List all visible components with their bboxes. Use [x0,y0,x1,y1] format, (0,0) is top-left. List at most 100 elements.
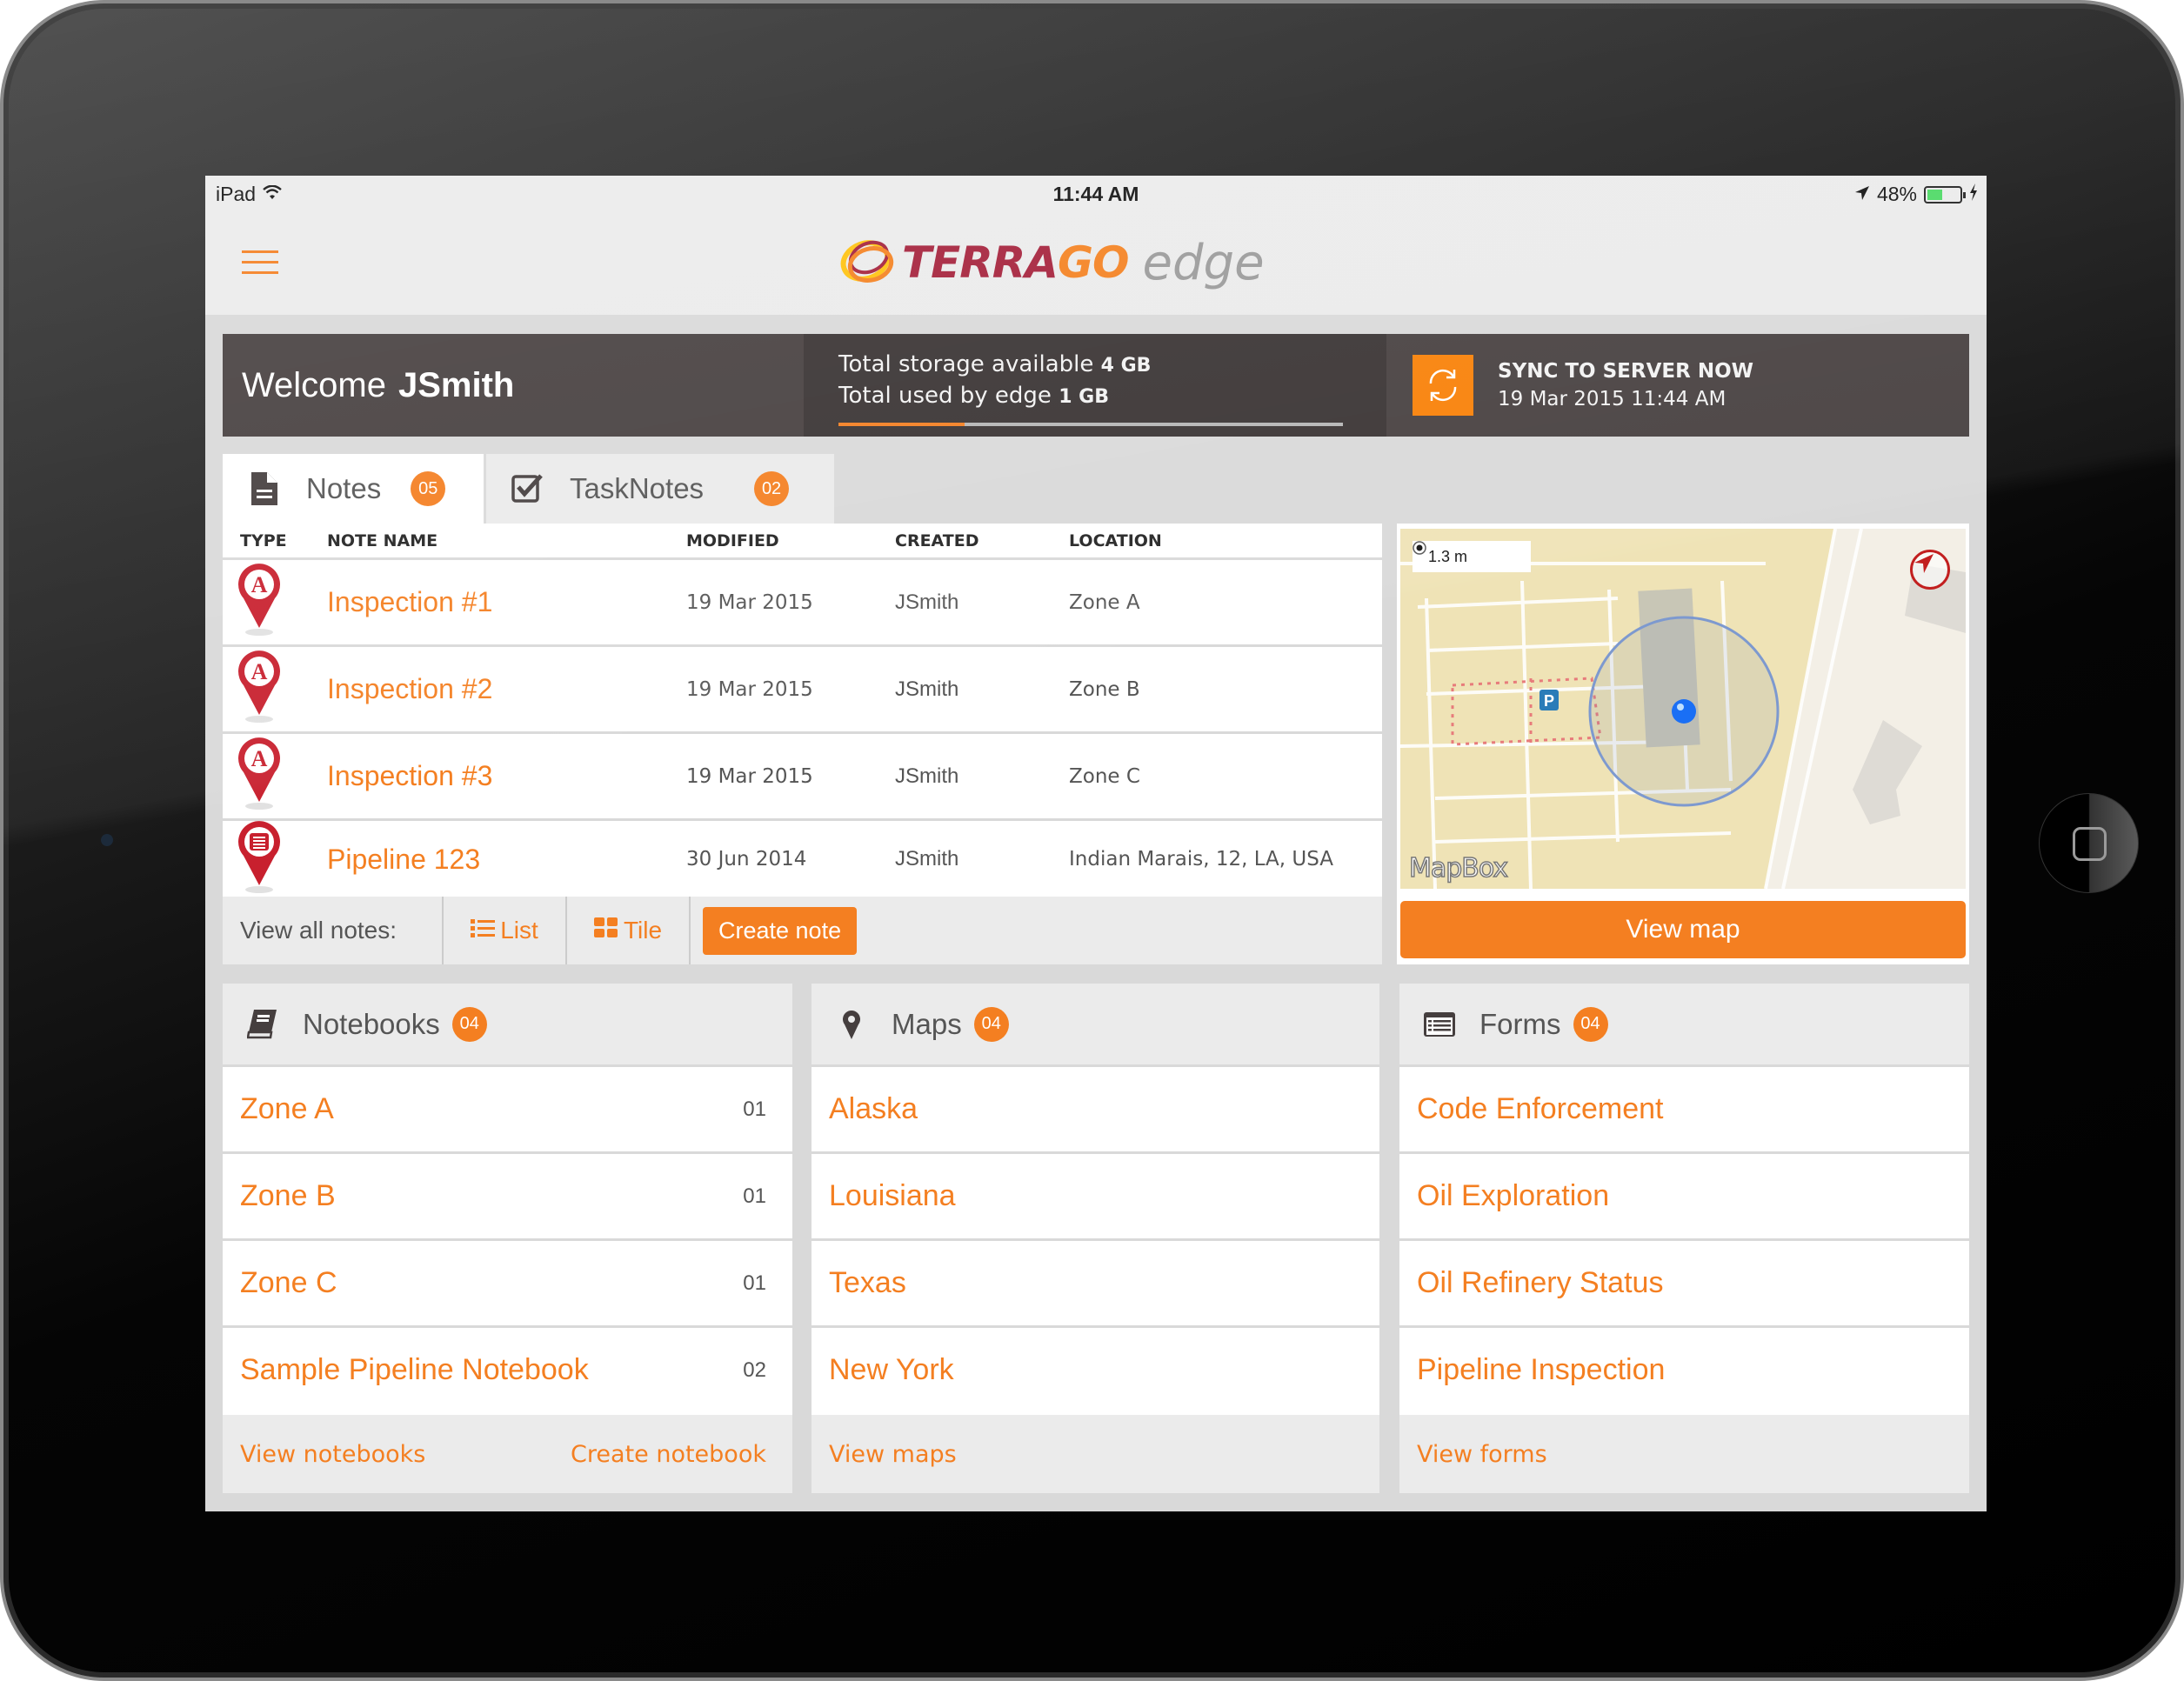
ipad-frame: iPad 11:44 AM 48% TERRA GO edge Welcome … [0,0,2184,1681]
column-header-created[interactable]: CREATED [895,531,1069,550]
list-view-button[interactable]: List [444,917,565,944]
sync-title: SYNC TO SERVER NOW [1498,360,1753,383]
form-item[interactable]: Pipeline Inspection [1399,1328,1969,1412]
note-name[interactable]: Inspection #3 [327,760,686,792]
svg-text:A: A [251,572,268,597]
notebook-note-count: 02 [743,1357,766,1382]
create-note-button[interactable]: Create note [703,906,858,955]
map-scale: 1.3 m [1413,541,1531,572]
note-modified: 30 Jun 2014 [686,848,807,871]
map-name: Texas [829,1266,906,1299]
notebooks-card: Notebooks 04 Zone A 01 Zone B 01 Zone C 01 … [223,984,792,1493]
map-panel: P 1.3 m MapBox View map [1397,524,1969,964]
tab-notes[interactable]: Notes 05 [223,454,484,524]
map-item[interactable]: New York [811,1328,1379,1412]
map-item[interactable]: Texas [811,1241,1379,1328]
notes-count-badge: 05 [411,471,446,506]
notebooks-header: Notebooks 04 [223,984,792,1067]
logo-text-go: GO [1057,237,1130,288]
welcome-section: Welcome JSmith [223,334,804,437]
clock: 11:44 AM [1052,183,1139,205]
notes-tabs: Notes 05 TaskNotes 02 [223,454,834,524]
locate-me-button[interactable] [1910,550,1950,590]
notebook-item[interactable]: Zone C 01 [223,1241,792,1328]
notebook-item[interactable]: Zone B 01 [223,1154,792,1241]
note-created: JSmith [895,764,959,788]
home-button[interactable] [2039,793,2139,893]
app-header: TERRA GO edge [205,212,1987,315]
storage-used-label: Total used by edge [838,383,1052,409]
notebook-name: Zone A [240,1092,334,1125]
screen: iPad 11:44 AM 48% TERRA GO edge Welcome … [205,176,1987,1511]
maps-card: Maps 04 Alaska Louisiana Texas New York … [811,984,1379,1493]
note-name[interactable]: Inspection #1 [327,586,686,618]
battery-percent: 48% [1876,183,1917,205]
note-created: JSmith [895,677,959,701]
annotation-pin-icon: A [235,650,284,727]
map-item[interactable]: Louisiana [811,1154,1379,1241]
notes-footer: View all notes: List Tile Create note [223,897,1382,964]
map-name: Louisiana [829,1179,956,1212]
annotation-pin-icon: A [235,564,284,640]
table-row[interactable]: A Inspection #2 19 Mar 2015 JSmith Zone … [223,647,1382,734]
form-name: Oil Refinery Status [1417,1266,1664,1299]
storage-usage-bar [838,423,1343,426]
notebook-note-count: 01 [743,1184,766,1208]
note-location: Indian Marais, 12, LA, USA [1069,848,1333,871]
list-view-label: List [500,917,538,944]
form-item[interactable]: Code Enforcement [1399,1067,1969,1154]
tab-tasknotes-label: TaskNotes [570,472,705,504]
notebook-item[interactable]: Zone A 01 [223,1067,792,1154]
forms-card: Forms 04 Code Enforcement Oil Exploratio… [1399,984,1969,1493]
map-scale-label: 1.3 m [1428,547,1468,565]
notebooks-count-badge: 04 [451,1006,487,1042]
tab-tasknotes[interactable]: TaskNotes 02 [486,454,834,524]
column-header-type[interactable]: TYPE [223,531,327,550]
parking-label: P [1544,692,1554,710]
note-created: JSmith [895,847,959,871]
maps-footer: View maps [811,1415,1379,1493]
sync-to-server-button[interactable]: SYNC TO SERVER NOW 19 Mar 2015 11:44 AM [1386,334,1969,437]
tab-notes-label: Notes [306,472,382,504]
forms-header: Forms 04 [1399,984,1969,1067]
create-notebook-link[interactable]: Create notebook [571,1441,766,1468]
view-forms-link[interactable]: View forms [1417,1441,1547,1468]
status-bar: iPad 11:44 AM 48% [205,176,1987,212]
menu-button[interactable] [242,250,278,277]
table-row[interactable]: Pipeline 123 30 Jun 2014 JSmith Indian M… [223,820,1382,897]
column-header-modified[interactable]: MODIFIED [686,531,895,550]
form-item[interactable]: Oil Refinery Status [1399,1241,1969,1328]
view-notebooks-link[interactable]: View notebooks [240,1441,425,1468]
view-maps-link[interactable]: View maps [829,1441,957,1468]
location-arrow-icon [1854,183,1870,206]
column-header-location[interactable]: LOCATION [1069,531,1382,550]
notebook-item[interactable]: Sample Pipeline Notebook 02 [223,1328,792,1412]
note-location: Zone A [1069,590,1140,614]
annotation-pin-icon: A [235,737,284,814]
map-preview[interactable]: P 1.3 m MapBox [1400,529,1966,889]
table-row[interactable]: A Inspection #1 19 Mar 2015 JSmith Zone … [223,560,1382,647]
charging-icon [1969,183,1978,206]
map-item[interactable]: Alaska [811,1067,1379,1154]
welcome-label: Welcome [242,365,386,404]
form-item[interactable]: Oil Exploration [1399,1154,1969,1241]
forms-title: Forms [1479,1007,1561,1040]
storage-available-label: Total storage available [838,351,1094,377]
welcome-banner: Welcome JSmith Total storage available 4… [223,334,1969,437]
notebook-name: Sample Pipeline Notebook [240,1353,589,1386]
list-icon [471,917,496,944]
column-header-note-name[interactable]: NOTE NAME [327,531,686,550]
note-name[interactable]: Inspection #2 [327,673,686,705]
tile-view-button[interactable]: Tile [567,917,689,944]
view-map-button[interactable]: View map [1400,901,1966,958]
username: JSmith [397,365,515,404]
table-row[interactable]: A Inspection #3 19 Mar 2015 JSmith Zone … [223,734,1382,821]
note-created: JSmith [895,590,959,614]
note-name[interactable]: Pipeline 123 [327,844,686,876]
form-pin-icon [235,820,284,897]
tile-view-label: Tile [623,917,663,944]
terrago-edge-logo: TERRA GO edge [836,228,1265,297]
note-modified: 19 Mar 2015 [686,590,813,614]
sync-icon [1413,355,1473,416]
maps-header: Maps 04 [811,984,1379,1067]
